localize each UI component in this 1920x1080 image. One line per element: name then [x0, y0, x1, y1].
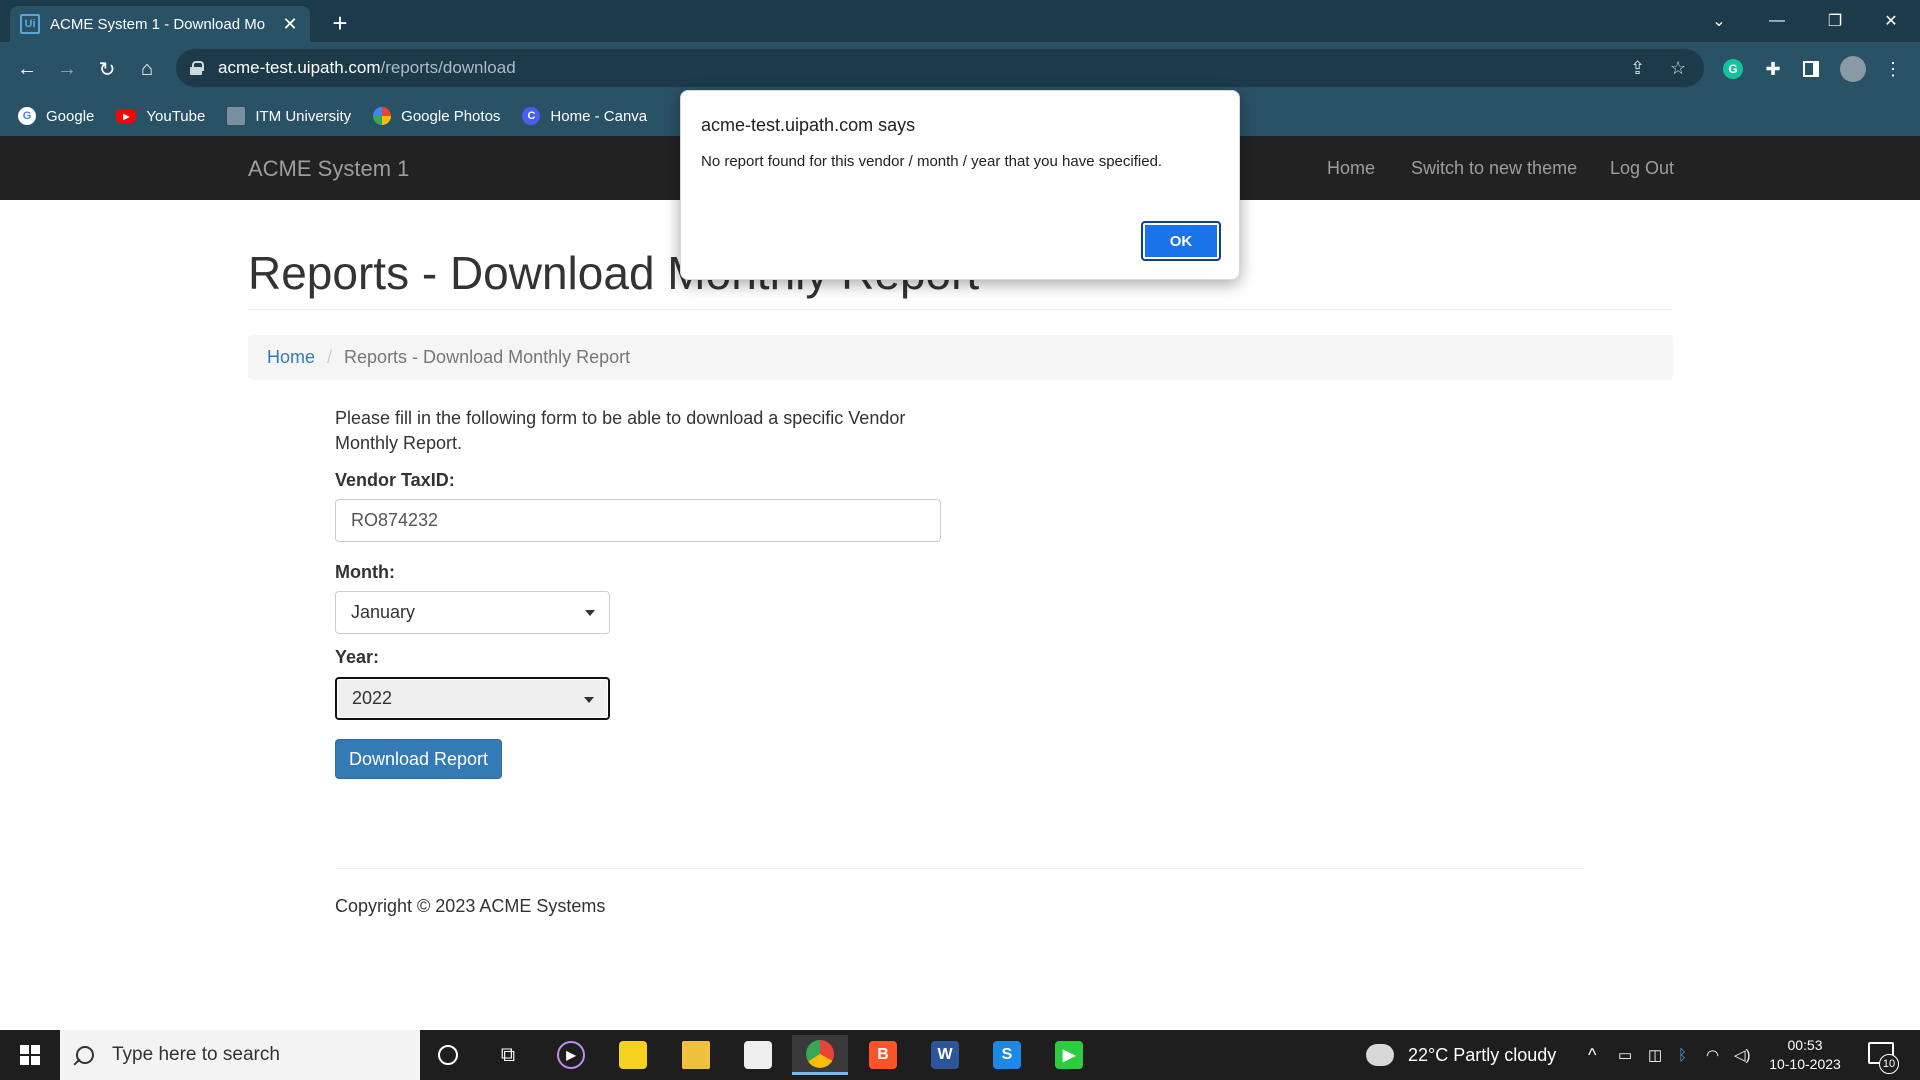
- dialog-message: No report found for this vendor / month …: [701, 153, 1163, 170]
- bookmark-canva[interactable]: C Home - Canva: [522, 107, 647, 125]
- s-app-icon[interactable]: S: [979, 1035, 1035, 1075]
- file-explorer-icon[interactable]: [668, 1035, 724, 1075]
- minimize-button[interactable]: —: [1748, 0, 1806, 42]
- itm-icon: [227, 107, 246, 125]
- browser-tab[interactable]: Ui ACME System 1 - Download Mo ✕: [10, 6, 310, 42]
- weather-text: 22°C Partly cloudy: [1408, 1044, 1557, 1065]
- battery-icon[interactable]: ▭: [1618, 1030, 1632, 1080]
- microsoft-store-icon[interactable]: [730, 1035, 786, 1075]
- alert-dialog: acme-test.uipath.com says No report foun…: [680, 90, 1240, 280]
- footer-copyright: Copyright © 2023 ACME Systems: [335, 896, 606, 916]
- bookmark-label: YouTube: [146, 107, 206, 125]
- new-tab-button[interactable]: +: [325, 8, 355, 38]
- canva-icon: C: [522, 107, 541, 125]
- clock-time: 00:53: [1787, 1037, 1823, 1053]
- chevron-down-icon: [585, 610, 595, 616]
- profile-avatar[interactable]: [1838, 54, 1868, 84]
- kebab-menu-icon[interactable]: ⋮: [1878, 54, 1908, 84]
- bookmark-google-photos[interactable]: Google Photos: [373, 107, 500, 125]
- year-select-value: 2022: [352, 688, 393, 708]
- bookmark-star-icon[interactable]: ☆: [1670, 58, 1686, 79]
- taskbar-search-box[interactable]: Type here to search: [60, 1030, 420, 1080]
- google-icon: G: [18, 107, 36, 125]
- url-path: /reports/download: [380, 58, 516, 77]
- windows-start-button[interactable]: [0, 1030, 60, 1080]
- vendor-taxid-input[interactable]: RO874232: [335, 499, 941, 542]
- close-window-button[interactable]: ✕: [1862, 0, 1920, 42]
- year-label: Year:: [335, 647, 380, 667]
- system-clock[interactable]: 00:53 10-10-2023: [1760, 1036, 1850, 1074]
- home-icon[interactable]: ⌂: [132, 54, 162, 84]
- word-icon[interactable]: W: [917, 1035, 973, 1075]
- show-hidden-icons-chevron-icon[interactable]: ^: [1588, 1030, 1596, 1080]
- back-arrow-icon[interactable]: ←: [12, 54, 42, 84]
- tab-title: ACME System 1 - Download Mo: [50, 15, 266, 33]
- tab-search-chevron-icon[interactable]: ⌄: [1690, 0, 1748, 42]
- title-divider: [248, 309, 1673, 310]
- footer-divider: [335, 868, 1585, 869]
- browser-toolbar: ← → ↻ ⌂ acme-test.uipath.com/reports/dow…: [0, 42, 1920, 96]
- address-bar[interactable]: acme-test.uipath.com/reports/download ⇪ …: [176, 49, 1704, 87]
- windows-logo-icon: [20, 1045, 40, 1065]
- site-brand[interactable]: ACME System 1: [248, 156, 409, 182]
- breadcrumb: Home / Reports - Download Monthly Report: [248, 335, 1673, 380]
- dialog-ok-button[interactable]: OK: [1141, 221, 1221, 261]
- youtube-icon: ▶: [116, 109, 137, 123]
- forward-arrow-icon[interactable]: →: [52, 54, 82, 84]
- wifi-icon[interactable]: ◠: [1706, 1030, 1719, 1080]
- clock-date: 10-10-2023: [1769, 1056, 1841, 1072]
- bookmark-label: ITM University: [255, 107, 352, 125]
- tab-close-icon[interactable]: ✕: [280, 14, 300, 35]
- bookmark-google[interactable]: G Google: [18, 107, 94, 125]
- lock-icon[interactable]: [190, 61, 204, 75]
- breadcrumb-separator: /: [327, 347, 333, 367]
- reload-icon[interactable]: ↻: [92, 54, 122, 84]
- search-icon: [76, 1046, 94, 1064]
- cortana-icon[interactable]: [420, 1035, 476, 1075]
- extensions-puzzle-icon[interactable]: ✚: [1758, 54, 1788, 84]
- url-host: acme-test.uipath.com: [218, 58, 381, 77]
- bookmark-label: Google Photos: [401, 107, 501, 125]
- chrome-taskbar-icon[interactable]: [792, 1035, 848, 1075]
- breadcrumb-home-link[interactable]: Home: [267, 347, 315, 368]
- weather-widget[interactable]: 22°C Partly cloudy: [1366, 1030, 1556, 1080]
- bookmark-itm-university[interactable]: ITM University: [227, 107, 351, 125]
- task-view-icon[interactable]: ⧉: [480, 1035, 536, 1075]
- nav-switch-theme-link[interactable]: Switch to new theme: [1411, 158, 1577, 179]
- uipath-favicon-icon: Ui: [20, 14, 40, 34]
- bluetooth-icon[interactable]: ᛒ: [1678, 1030, 1687, 1080]
- nav-home-link[interactable]: Home: [1327, 158, 1375, 179]
- taskbar-search-placeholder: Type here to search: [112, 1044, 280, 1065]
- breadcrumb-current: Reports - Download Monthly Report: [344, 347, 631, 367]
- brave-icon[interactable]: B: [855, 1035, 911, 1075]
- nav-logout-link[interactable]: Log Out: [1610, 158, 1674, 179]
- chevron-down-icon: [584, 697, 594, 703]
- bookmark-label: Home - Canva: [550, 107, 648, 125]
- vendor-taxid-label: Vendor TaxID:: [335, 470, 455, 490]
- notification-count-badge: 10: [1879, 1054, 1899, 1074]
- month-select-value: January: [351, 602, 416, 622]
- month-select[interactable]: January: [335, 591, 610, 634]
- media-player-icon[interactable]: ▶: [543, 1035, 599, 1075]
- bookmark-label: Google: [46, 107, 95, 125]
- media-app-icon[interactable]: ▶: [1041, 1035, 1097, 1075]
- sticky-notes-icon[interactable]: [605, 1035, 661, 1075]
- windows-taskbar: Type here to search ⧉ ▶ B W S ▶ 22°C Par…: [0, 1030, 1920, 1080]
- dialog-title: acme-test.uipath.com says: [701, 115, 916, 135]
- form-intro-text: Please fill in the following form to be …: [335, 408, 906, 453]
- download-report-button[interactable]: Download Report: [335, 739, 502, 779]
- side-panel-icon[interactable]: [1796, 54, 1826, 84]
- year-select[interactable]: 2022: [335, 677, 610, 720]
- partly-cloudy-icon: [1366, 1044, 1394, 1066]
- photos-icon: [373, 107, 392, 125]
- share-icon[interactable]: ⇪: [1630, 58, 1645, 79]
- restore-button[interactable]: ❐: [1806, 0, 1864, 42]
- volume-icon[interactable]: ◁): [1734, 1030, 1751, 1080]
- month-label: Month:: [335, 562, 395, 582]
- grammarly-extension-icon[interactable]: G: [1718, 54, 1748, 84]
- meet-now-icon[interactable]: ◫: [1648, 1030, 1662, 1080]
- bookmark-youtube[interactable]: ▶ YouTube: [116, 108, 205, 125]
- browser-tab-strip: Ui ACME System 1 - Download Mo ✕ + ⌄ — ❐…: [0, 0, 1920, 42]
